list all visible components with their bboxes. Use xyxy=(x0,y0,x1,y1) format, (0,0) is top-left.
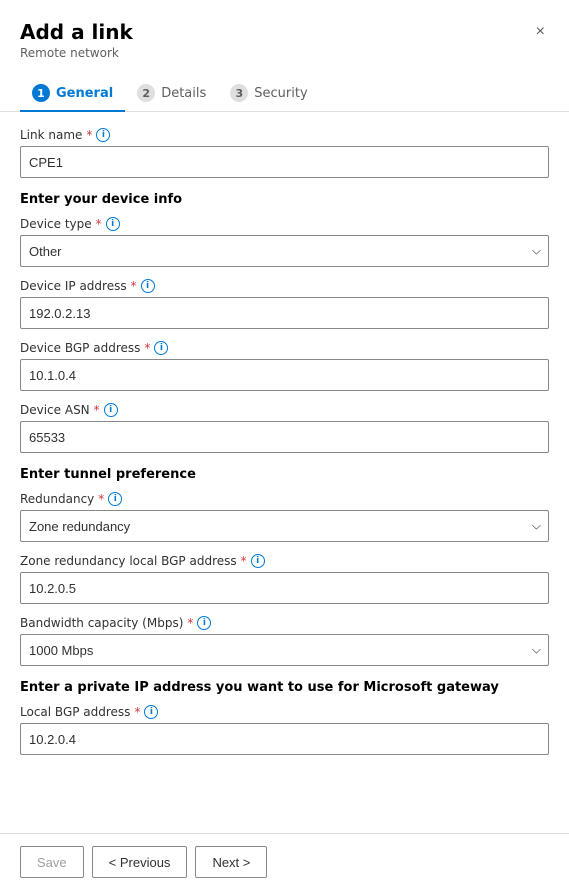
private-ip-heading: Enter a private IP address you want to u… xyxy=(20,680,549,695)
link-name-field: Link name * i xyxy=(20,128,549,178)
zone-bgp-info-icon[interactable]: i xyxy=(251,554,265,568)
local-bgp-field: Local BGP address * i xyxy=(20,705,549,755)
save-button[interactable]: Save xyxy=(20,846,84,878)
modal-body: Link name * i Enter your device info Dev… xyxy=(0,112,569,833)
device-type-label-text: Device type xyxy=(20,217,92,231)
add-link-modal: Add a link Remote network × 1 General 2 … xyxy=(0,0,569,890)
zone-bgp-field: Zone redundancy local BGP address * i xyxy=(20,554,549,604)
device-bgp-input[interactable] xyxy=(20,359,549,391)
local-bgp-required: * xyxy=(134,705,140,719)
tab-details-num: 2 xyxy=(137,84,155,102)
local-bgp-label-text: Local BGP address xyxy=(20,705,130,719)
redundancy-select[interactable]: Zone redundancy No redundancy xyxy=(20,510,549,542)
device-bgp-label-row: Device BGP address * i xyxy=(20,341,549,355)
link-name-input[interactable] xyxy=(20,146,549,178)
tab-general-label: General xyxy=(56,86,113,101)
bandwidth-info-icon[interactable]: i xyxy=(197,616,211,630)
link-name-required: * xyxy=(86,128,92,142)
next-button[interactable]: Next > xyxy=(195,846,267,878)
tab-details[interactable]: 2 Details xyxy=(125,76,218,112)
private-ip-section: Enter a private IP address you want to u… xyxy=(20,680,549,755)
tab-security-label: Security xyxy=(254,86,307,101)
link-name-info-icon[interactable]: i xyxy=(96,128,110,142)
tab-general-num: 1 xyxy=(32,84,50,102)
device-asn-info-icon[interactable]: i xyxy=(104,403,118,417)
device-ip-field: Device IP address * i xyxy=(20,279,549,329)
zone-bgp-label-row: Zone redundancy local BGP address * i xyxy=(20,554,549,568)
bandwidth-select[interactable]: 500 Mbps 1000 Mbps 2000 Mbps xyxy=(20,634,549,666)
device-ip-label-text: Device IP address xyxy=(20,279,127,293)
device-type-label-row: Device type * i xyxy=(20,217,549,231)
zone-bgp-required: * xyxy=(241,554,247,568)
modal-subtitle: Remote network xyxy=(20,46,133,60)
close-button[interactable]: × xyxy=(532,20,549,44)
device-type-field: Device type * i Other Cisco Palo Alto Fo… xyxy=(20,217,549,267)
modal-footer: Save < Previous Next > xyxy=(0,833,569,890)
redundancy-info-icon[interactable]: i xyxy=(108,492,122,506)
device-type-required: * xyxy=(96,217,102,231)
modal-title: Add a link xyxy=(20,20,133,44)
zone-bgp-input[interactable] xyxy=(20,572,549,604)
redundancy-label-text: Redundancy xyxy=(20,492,94,506)
link-name-label-row: Link name * i xyxy=(20,128,549,142)
tunnel-preference-section: Enter tunnel preference Redundancy * i Z… xyxy=(20,467,549,666)
device-asn-input[interactable] xyxy=(20,421,549,453)
tab-details-label: Details xyxy=(161,86,206,101)
bandwidth-select-wrapper: 500 Mbps 1000 Mbps 2000 Mbps ⌵ xyxy=(20,634,549,666)
device-bgp-label-text: Device BGP address xyxy=(20,341,140,355)
device-ip-input[interactable] xyxy=(20,297,549,329)
device-info-section: Enter your device info Device type * i O… xyxy=(20,192,549,453)
local-bgp-label-row: Local BGP address * i xyxy=(20,705,549,719)
local-bgp-input[interactable] xyxy=(20,723,549,755)
device-type-select-wrapper: Other Cisco Palo Alto Fortinet ⌵ xyxy=(20,235,549,267)
modal-title-group: Add a link Remote network xyxy=(20,20,133,60)
device-bgp-field: Device BGP address * i xyxy=(20,341,549,391)
previous-button[interactable]: < Previous xyxy=(92,846,188,878)
bandwidth-label-row: Bandwidth capacity (Mbps) * i xyxy=(20,616,549,630)
redundancy-select-wrapper: Zone redundancy No redundancy ⌵ xyxy=(20,510,549,542)
device-ip-info-icon[interactable]: i xyxy=(141,279,155,293)
link-name-label-text: Link name xyxy=(20,128,82,142)
tabs-container: 1 General 2 Details 3 Security xyxy=(0,60,569,112)
tab-security[interactable]: 3 Security xyxy=(218,76,319,112)
tab-general[interactable]: 1 General xyxy=(20,76,125,112)
device-bgp-required: * xyxy=(144,341,150,355)
device-asn-label-row: Device ASN * i xyxy=(20,403,549,417)
local-bgp-info-icon[interactable]: i xyxy=(144,705,158,719)
redundancy-field: Redundancy * i Zone redundancy No redund… xyxy=(20,492,549,542)
device-type-select[interactable]: Other Cisco Palo Alto Fortinet xyxy=(20,235,549,267)
device-info-heading: Enter your device info xyxy=(20,192,549,207)
device-asn-field: Device ASN * i xyxy=(20,403,549,453)
redundancy-label-row: Redundancy * i xyxy=(20,492,549,506)
device-asn-required: * xyxy=(94,403,100,417)
redundancy-required: * xyxy=(98,492,104,506)
zone-bgp-label-text: Zone redundancy local BGP address xyxy=(20,554,237,568)
modal-header: Add a link Remote network × xyxy=(0,0,569,60)
device-asn-label-text: Device ASN xyxy=(20,403,90,417)
bandwidth-field: Bandwidth capacity (Mbps) * i 500 Mbps 1… xyxy=(20,616,549,666)
bandwidth-required: * xyxy=(187,616,193,630)
device-bgp-info-icon[interactable]: i xyxy=(154,341,168,355)
device-ip-label-row: Device IP address * i xyxy=(20,279,549,293)
tab-security-num: 3 xyxy=(230,84,248,102)
device-ip-required: * xyxy=(131,279,137,293)
tunnel-preference-heading: Enter tunnel preference xyxy=(20,467,549,482)
bandwidth-label-text: Bandwidth capacity (Mbps) xyxy=(20,616,183,630)
device-type-info-icon[interactable]: i xyxy=(106,217,120,231)
